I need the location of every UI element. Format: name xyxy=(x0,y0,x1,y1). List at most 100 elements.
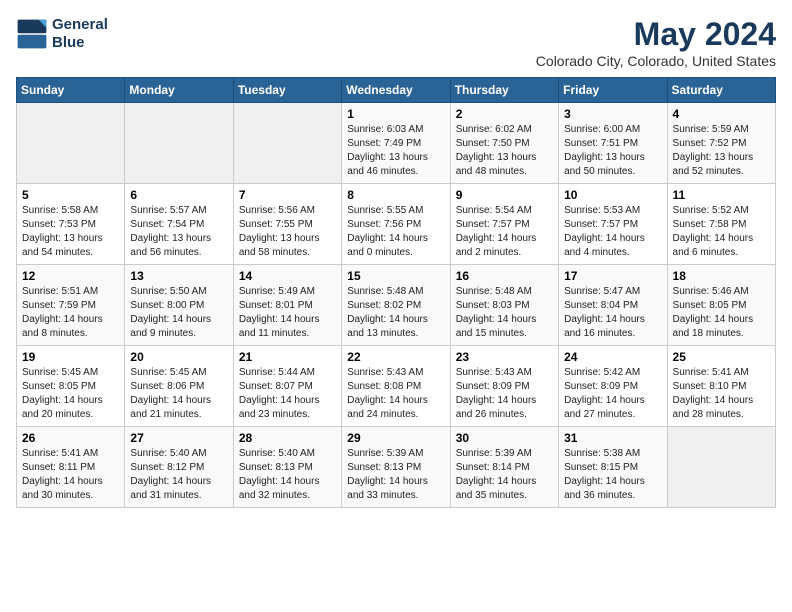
day-cell: 3Sunrise: 6:00 AMSunset: 7:51 PMDaylight… xyxy=(559,103,667,184)
day-detail: Sunrise: 6:02 AMSunset: 7:50 PMDaylight:… xyxy=(456,123,553,179)
day-detail: Sunrise: 5:48 AMSunset: 8:02 PMDaylight:… xyxy=(347,285,444,341)
title-block: May 2024 Colorado City, Colorado, United… xyxy=(536,16,776,69)
day-cell: 13Sunrise: 5:50 AMSunset: 8:00 PMDayligh… xyxy=(125,265,233,346)
week-row-5: 26 Sunrise: 5:41 AMSunset: 8:11 PMDayligh… xyxy=(17,427,776,508)
day-number: 5 xyxy=(22,188,119,202)
day-cell: 15 Sunrise: 5:48 AMSunset: 8:02 PMDayligh… xyxy=(342,265,450,346)
logo: GeneralBlue xyxy=(16,16,108,52)
day-number: 8 xyxy=(347,188,444,202)
day-detail: Sunrise: 5:53 AMSunset: 7:57 PMDaylight:… xyxy=(564,204,661,260)
day-number: 22 xyxy=(347,350,444,364)
header-day-friday: Friday xyxy=(559,78,667,103)
day-cell xyxy=(233,103,341,184)
day-number: 17 xyxy=(564,269,661,283)
header-day-tuesday: Tuesday xyxy=(233,78,341,103)
day-cell: 19 Sunrise: 5:45 AMSunset: 8:05 PMDayligh… xyxy=(17,346,125,427)
day-detail: Sunrise: 5:39 AMSunset: 8:14 PMDaylight:… xyxy=(456,447,553,503)
day-detail: Sunrise: 5:39 AMSunset: 8:13 PMDaylight:… xyxy=(347,447,444,503)
day-cell: 28 Sunrise: 5:40 AMSunset: 8:13 PMDayligh… xyxy=(233,427,341,508)
day-number: 18 xyxy=(673,269,770,283)
day-number: 9 xyxy=(456,188,553,202)
day-number: 6 xyxy=(130,188,227,202)
day-number: 11 xyxy=(673,188,770,202)
day-cell: 6Sunrise: 5:57 AMSunset: 7:54 PMDaylight… xyxy=(125,184,233,265)
day-number: 19 xyxy=(22,350,119,364)
day-number: 29 xyxy=(347,431,444,445)
week-row-3: 12 Sunrise: 5:51 AMSunset: 7:59 PMDayligh… xyxy=(17,265,776,346)
logo-text: GeneralBlue xyxy=(52,16,108,52)
day-detail: Sunrise: 5:56 AMSunset: 7:55 PMDaylight:… xyxy=(239,204,336,260)
day-cell: 21 Sunrise: 5:44 AMSunset: 8:07 PMDayligh… xyxy=(233,346,341,427)
header-row: SundayMondayTuesdayWednesdayThursdayFrid… xyxy=(17,78,776,103)
day-detail: Sunrise: 5:51 AMSunset: 7:59 PMDaylight:… xyxy=(22,285,119,341)
day-cell xyxy=(667,427,775,508)
day-number: 4 xyxy=(673,107,770,121)
day-detail: Sunrise: 5:41 AMSunset: 8:10 PMDaylight:… xyxy=(673,366,770,422)
day-detail: Sunrise: 5:48 AMSunset: 8:03 PMDaylight:… xyxy=(456,285,553,341)
day-number: 2 xyxy=(456,107,553,121)
day-number: 12 xyxy=(22,269,119,283)
day-cell: 23 Sunrise: 5:43 AMSunset: 8:09 PMDayligh… xyxy=(450,346,558,427)
day-cell: 12 Sunrise: 5:51 AMSunset: 7:59 PMDayligh… xyxy=(17,265,125,346)
day-cell xyxy=(125,103,233,184)
page-header: GeneralBlue May 2024 Colorado City, Colo… xyxy=(16,16,776,69)
day-number: 24 xyxy=(564,350,661,364)
day-detail: Sunrise: 6:03 AMSunset: 7:49 PMDaylight:… xyxy=(347,123,444,179)
week-row-1: 1 Sunrise: 6:03 AMSunset: 7:49 PMDaylight… xyxy=(17,103,776,184)
day-number: 23 xyxy=(456,350,553,364)
week-row-4: 19 Sunrise: 5:45 AMSunset: 8:05 PMDayligh… xyxy=(17,346,776,427)
day-number: 20 xyxy=(130,350,227,364)
day-number: 3 xyxy=(564,107,661,121)
day-detail: Sunrise: 5:40 AMSunset: 8:12 PMDaylight:… xyxy=(130,447,227,503)
day-cell: 11Sunrise: 5:52 AMSunset: 7:58 PMDayligh… xyxy=(667,184,775,265)
header-day-sunday: Sunday xyxy=(17,78,125,103)
day-number: 28 xyxy=(239,431,336,445)
day-number: 15 xyxy=(347,269,444,283)
day-detail: Sunrise: 5:45 AMSunset: 8:05 PMDaylight:… xyxy=(22,366,119,422)
day-number: 30 xyxy=(456,431,553,445)
day-cell: 22 Sunrise: 5:43 AMSunset: 8:08 PMDayligh… xyxy=(342,346,450,427)
day-number: 31 xyxy=(564,431,661,445)
day-number: 26 xyxy=(22,431,119,445)
calendar-title: May 2024 xyxy=(536,16,776,53)
day-cell: 31 Sunrise: 5:38 AMSunset: 8:15 PMDayligh… xyxy=(559,427,667,508)
day-detail: Sunrise: 5:59 AMSunset: 7:52 PMDaylight:… xyxy=(673,123,770,179)
day-number: 21 xyxy=(239,350,336,364)
day-cell: 1 Sunrise: 6:03 AMSunset: 7:49 PMDaylight… xyxy=(342,103,450,184)
header-day-saturday: Saturday xyxy=(667,78,775,103)
header-day-wednesday: Wednesday xyxy=(342,78,450,103)
day-number: 7 xyxy=(239,188,336,202)
day-cell: 4 Sunrise: 5:59 AMSunset: 7:52 PMDaylight… xyxy=(667,103,775,184)
day-detail: Sunrise: 5:43 AMSunset: 8:09 PMDaylight:… xyxy=(456,366,553,422)
day-number: 14 xyxy=(239,269,336,283)
calendar-body: 1 Sunrise: 6:03 AMSunset: 7:49 PMDaylight… xyxy=(17,103,776,508)
calendar-header: SundayMondayTuesdayWednesdayThursdayFrid… xyxy=(17,78,776,103)
calendar-table: SundayMondayTuesdayWednesdayThursdayFrid… xyxy=(16,77,776,508)
day-cell: 16 Sunrise: 5:48 AMSunset: 8:03 PMDayligh… xyxy=(450,265,558,346)
day-cell: 7 Sunrise: 5:56 AMSunset: 7:55 PMDaylight… xyxy=(233,184,341,265)
day-cell: 24 Sunrise: 5:42 AMSunset: 8:09 PMDayligh… xyxy=(559,346,667,427)
day-cell: 9 Sunrise: 5:54 AMSunset: 7:57 PMDaylight… xyxy=(450,184,558,265)
day-detail: Sunrise: 5:43 AMSunset: 8:08 PMDaylight:… xyxy=(347,366,444,422)
day-number: 13 xyxy=(130,269,227,283)
header-day-monday: Monday xyxy=(125,78,233,103)
day-detail: Sunrise: 5:49 AMSunset: 8:01 PMDaylight:… xyxy=(239,285,336,341)
day-detail: Sunrise: 5:40 AMSunset: 8:13 PMDaylight:… xyxy=(239,447,336,503)
day-detail: Sunrise: 5:54 AMSunset: 7:57 PMDaylight:… xyxy=(456,204,553,260)
logo-icon xyxy=(16,18,48,50)
day-detail: Sunrise: 5:42 AMSunset: 8:09 PMDaylight:… xyxy=(564,366,661,422)
day-number: 16 xyxy=(456,269,553,283)
day-cell: 5Sunrise: 5:58 AMSunset: 7:53 PMDaylight… xyxy=(17,184,125,265)
day-cell: 30 Sunrise: 5:39 AMSunset: 8:14 PMDayligh… xyxy=(450,427,558,508)
day-number: 10 xyxy=(564,188,661,202)
day-cell: 17Sunrise: 5:47 AMSunset: 8:04 PMDayligh… xyxy=(559,265,667,346)
day-cell: 27Sunrise: 5:40 AMSunset: 8:12 PMDayligh… xyxy=(125,427,233,508)
day-detail: Sunrise: 5:44 AMSunset: 8:07 PMDaylight:… xyxy=(239,366,336,422)
day-detail: Sunrise: 5:46 AMSunset: 8:05 PMDaylight:… xyxy=(673,285,770,341)
day-detail: Sunrise: 5:41 AMSunset: 8:11 PMDaylight:… xyxy=(22,447,119,503)
day-detail: Sunrise: 5:38 AMSunset: 8:15 PMDaylight:… xyxy=(564,447,661,503)
day-cell: 8 Sunrise: 5:55 AMSunset: 7:56 PMDaylight… xyxy=(342,184,450,265)
day-number: 1 xyxy=(347,107,444,121)
day-detail: Sunrise: 5:55 AMSunset: 7:56 PMDaylight:… xyxy=(347,204,444,260)
day-cell: 10 Sunrise: 5:53 AMSunset: 7:57 PMDayligh… xyxy=(559,184,667,265)
